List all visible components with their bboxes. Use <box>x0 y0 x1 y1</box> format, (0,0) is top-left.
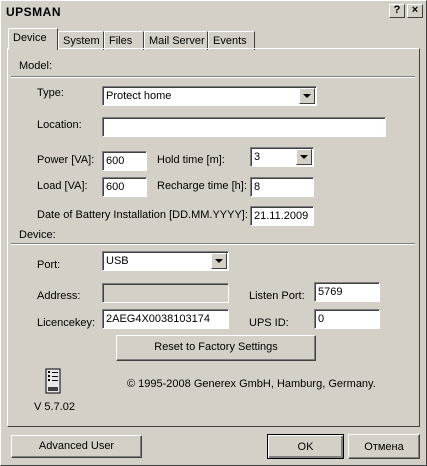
device-section-label: Device: <box>19 229 56 241</box>
address-input[interactable] <box>102 283 229 303</box>
chevron-down-icon[interactable] <box>299 88 315 104</box>
battery-date-label: Date of Battery Installation [DD.MM.YYYY… <box>37 209 248 221</box>
tab-device[interactable]: Device <box>8 28 58 50</box>
location-label: Location: <box>37 119 82 131</box>
load-input[interactable]: 600 <box>102 177 147 197</box>
advanced-user-button[interactable]: Advanced User <box>11 435 142 458</box>
ups-device-icon <box>45 368 61 394</box>
hold-time-label: Hold time [m]: <box>157 154 225 166</box>
listen-port-label: Listen Port: <box>249 290 305 302</box>
licencekey-label: Licencekey: <box>37 317 96 329</box>
type-label: Type: <box>37 87 64 99</box>
power-label: Power [VA]: <box>37 154 95 166</box>
title-bar: UPSMAN ? × <box>2 2 426 22</box>
help-button[interactable]: ? <box>389 4 405 18</box>
tab-mail-server-label: Mail Server <box>149 35 205 47</box>
location-input[interactable] <box>102 117 386 137</box>
recharge-time-label: Recharge time [h]: <box>157 180 247 192</box>
model-separator <box>11 76 415 78</box>
address-label: Address: <box>37 290 81 302</box>
ups-id-input[interactable]: 0 <box>314 309 380 329</box>
recharge-time-input[interactable]: 8 <box>250 177 314 197</box>
port-select-value: USB <box>106 255 129 267</box>
cancel-button[interactable]: Отмена <box>348 434 420 459</box>
ok-button[interactable]: OK <box>267 434 344 459</box>
port-label: Port: <box>37 259 61 271</box>
load-label: Load [VA]: <box>37 180 88 192</box>
tab-files-label: Files <box>109 35 133 47</box>
port-select[interactable]: USB <box>102 251 229 271</box>
tab-system-label: System <box>63 35 100 47</box>
licencekey-input[interactable]: 2AEG4X0038103174 <box>102 309 229 329</box>
version-text: V 5.7.02 <box>34 401 75 413</box>
listen-port-input[interactable]: 5769 <box>314 282 380 302</box>
battery-date-input[interactable]: 21.11.2009 <box>250 206 314 226</box>
tab-device-label: Device <box>13 32 47 44</box>
power-input[interactable]: 600 <box>102 151 147 171</box>
hold-time-select[interactable]: 3 <box>250 147 314 167</box>
device-separator <box>11 243 415 245</box>
model-section-label: Model: <box>19 60 53 72</box>
type-select-value: Protect home <box>106 90 172 102</box>
type-select[interactable]: Protect home <box>102 86 317 106</box>
upsman-window: UPSMAN ? × Device System Files Mail Serv… <box>0 0 427 466</box>
chevron-down-icon[interactable] <box>296 149 312 165</box>
close-button[interactable]: × <box>407 4 423 18</box>
hold-time-select-value: 3 <box>254 151 261 163</box>
reset-factory-settings-button[interactable]: Reset to Factory Settings <box>116 335 316 361</box>
ups-id-label: UPS ID: <box>249 317 289 329</box>
tab-events-label: Events <box>213 35 247 47</box>
copyright-text: © 1995-2008 Generex GmbH, Hamburg, Germa… <box>127 378 376 390</box>
window-title: UPSMAN <box>6 5 62 19</box>
chevron-down-icon[interactable] <box>211 253 227 269</box>
